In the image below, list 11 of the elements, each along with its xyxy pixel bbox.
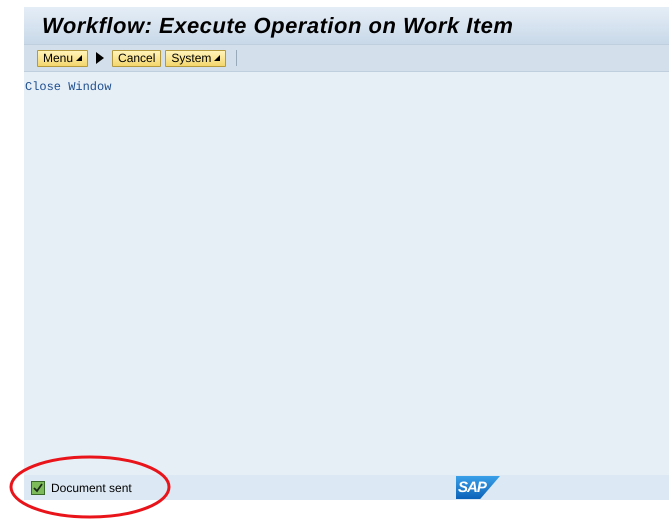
window-title: Workflow: Execute Operation on Work Item: [42, 12, 514, 40]
caret-icon: [214, 55, 220, 61]
caret-icon: [76, 55, 82, 61]
sap-logo: SAP: [456, 476, 500, 499]
close-window-link[interactable]: Close Window: [25, 80, 112, 94]
play-arrow-icon[interactable]: [96, 52, 104, 64]
toolbar-button[interactable]: Cancel: [112, 50, 162, 66]
dropdown-button[interactable]: Menu: [37, 50, 88, 66]
success-check-icon: [31, 480, 45, 494]
dropdown-button[interactable]: System: [165, 50, 226, 66]
status-message: Document sent: [51, 480, 132, 496]
